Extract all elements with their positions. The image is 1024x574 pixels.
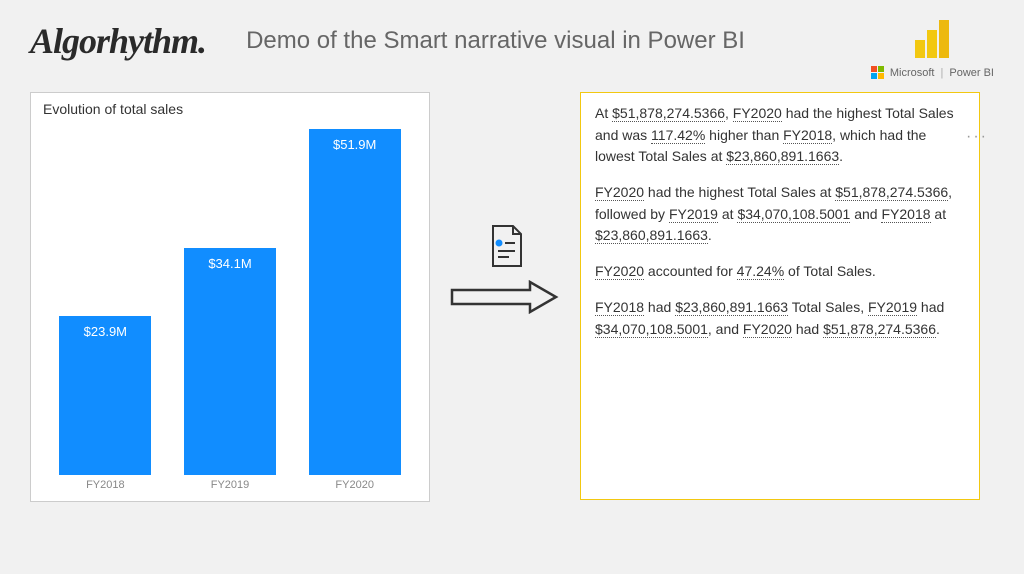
x-axis-labels: FY2018 FY2019 FY2020 [43,479,417,491]
narrative-p3: FY2020 accounted for 47.24% of Total Sal… [595,261,965,283]
bar-fy2020[interactable]: $51.9M [292,129,417,475]
page-title: Demo of the Smart narrative visual in Po… [246,27,745,55]
bar-fy2018[interactable]: $23.9M [43,316,168,475]
powerbi-branding: Microsoft | Power BI [871,20,994,79]
brand-logo: Algorhythm. [30,20,206,62]
arrow-section [450,222,560,314]
narrative-panel[interactable]: At $51,878,274.5366, FY2020 had the high… [580,92,980,500]
document-icon [481,222,529,270]
chart-title: Evolution of total sales [43,101,417,117]
narrative-p2: FY2020 had the highest Total Sales at $5… [595,182,965,247]
microsoft-icon [871,66,884,79]
arrow-icon [450,280,560,314]
powerbi-icon [915,20,949,58]
powerbi-label: Power BI [949,67,994,79]
chart-area: $23.9M $34.1M $51.9M [43,125,417,475]
microsoft-label: Microsoft [890,67,935,79]
bar-fy2019[interactable]: $34.1M [168,248,293,475]
narrative-p4: FY2018 had $23,860,891.1663 Total Sales,… [595,297,965,340]
divider: | [941,67,944,79]
more-options-button[interactable]: ··· [966,128,988,146]
chart-panel[interactable]: Evolution of total sales $23.9M $34.1M $… [30,92,430,502]
narrative-p1: At $51,878,274.5366, FY2020 had the high… [595,103,965,168]
